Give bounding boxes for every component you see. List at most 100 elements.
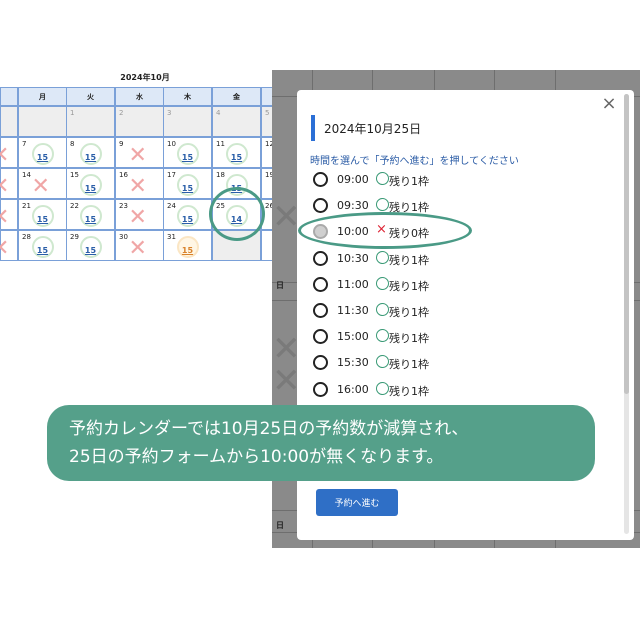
day-number: 14 <box>22 171 31 179</box>
day-number: 10 <box>167 140 176 148</box>
time-slot-row[interactable]: 10:30 残り1枠 <box>313 249 553 269</box>
cross-icon: ✕ <box>0 143 10 168</box>
time-slot-row[interactable]: 15:30 残り1枠 <box>313 353 553 373</box>
time-slot-time: 09:00 <box>337 173 369 186</box>
day-number: 5 <box>265 109 270 117</box>
calendar-day-cell: 14 ✕ <box>18 168 67 199</box>
time-slot-radio[interactable] <box>313 355 328 371</box>
highlight-circle-1000-slot <box>298 212 472 249</box>
calendar-day-cell: 16 ✕ <box>115 168 164 199</box>
time-slot-time: 09:30 <box>337 199 369 213</box>
backdrop-day-label: 日 <box>276 281 284 290</box>
available-circle-icon <box>376 198 389 212</box>
calendar-day-cell[interactable]: 31 15 <box>163 230 212 261</box>
calendar-day-cell[interactable]: 28 15 <box>18 230 67 261</box>
remaining-count-link[interactable]: 15 <box>164 184 211 193</box>
calendar-day-cell: 9 ✕ <box>115 137 164 168</box>
cross-icon: ✕ <box>128 205 147 230</box>
time-slot-row[interactable]: 11:30 残り1枠 <box>313 301 553 321</box>
time-slot-row[interactable]: 16:00 残り1枠 <box>313 380 553 400</box>
cross-icon: ✕ <box>0 205 10 230</box>
day-number: 28 <box>22 233 31 241</box>
time-slot-radio[interactable] <box>313 381 328 397</box>
calendar-day-cell[interactable]: 24 15 <box>163 199 212 230</box>
calendar-day-cell[interactable]: 22 15 <box>66 199 115 230</box>
calendar-day-cell[interactable]: 7 15 <box>18 137 67 168</box>
available-circle-icon <box>376 303 389 316</box>
day-number: 31 <box>167 233 176 241</box>
time-slot-time: 10:30 <box>337 251 369 265</box>
calendar-day-cell[interactable]: 11 15 <box>212 137 261 168</box>
calendar-day-cell[interactable]: 10 15 <box>163 137 212 168</box>
scrollbar-thumb[interactable] <box>624 94 629 394</box>
day-number: 15 <box>70 171 79 179</box>
available-circle-icon <box>376 381 389 395</box>
remaining-count-link[interactable]: 15 <box>67 215 114 224</box>
day-number: 21 <box>22 202 31 210</box>
time-slot-time: 16:00 <box>337 382 369 396</box>
available-circle-icon <box>376 276 389 290</box>
day-number: 17 <box>167 171 176 179</box>
time-slot-row[interactable]: 11:00 残り1枠 <box>313 275 553 295</box>
proceed-to-reservation-button[interactable]: 予約へ進む <box>316 489 398 516</box>
modal-scrollbar[interactable] <box>624 94 629 534</box>
remaining-count-link[interactable]: 15 <box>19 246 66 255</box>
remaining-count-link[interactable]: 15 <box>19 215 66 224</box>
time-slot-radio[interactable] <box>313 303 328 318</box>
calendar-day-cell[interactable]: 8 15 <box>66 137 115 168</box>
remaining-slots-text: 残り1枠 <box>389 358 429 372</box>
calendar-cell-partial: ✕ <box>0 230 18 261</box>
remaining-count-link[interactable]: 15 <box>67 246 114 255</box>
cross-icon: ✕ <box>128 143 147 168</box>
calendar-cell-partial: ✕ <box>0 168 18 199</box>
available-circle-icon <box>376 250 389 264</box>
day-number: 16 <box>119 171 128 179</box>
calendar-day-cell[interactable]: 17 15 <box>163 168 212 199</box>
time-slot-radio[interactable] <box>313 172 328 187</box>
time-slot-row[interactable]: 09:00 残り1枠 <box>313 170 553 190</box>
instruction-text: 時間を選んで「予約へ進む」を押してください <box>310 156 519 167</box>
remaining-count-link[interactable]: 15 <box>213 153 260 162</box>
explanation-callout: 予約カレンダーでは10月25日の予約数が減算され、 25日の予約フォームから10… <box>47 405 595 481</box>
weekday-header: 木 <box>163 87 212 106</box>
time-slot-radio[interactable] <box>313 250 328 266</box>
remaining-count-link[interactable]: 15 <box>164 246 211 255</box>
day-number: 2 <box>119 109 124 117</box>
callout-line-1: 予約カレンダーでは10月25日の予約数が減算され、 <box>69 419 469 439</box>
day-number: 11 <box>216 140 225 148</box>
day-number: 1 <box>70 109 75 117</box>
remaining-count-link[interactable]: 15 <box>67 184 114 193</box>
time-slot-time: 15:30 <box>337 356 369 370</box>
calendar-day-cell: 3 <box>163 106 212 137</box>
highlight-circle-oct-25 <box>209 187 265 241</box>
calendar-day-cell: 1 <box>66 106 115 137</box>
remaining-count-link[interactable]: 15 <box>164 215 211 224</box>
time-slot-radio[interactable] <box>313 198 328 214</box>
calendar-day-cell: 30 ✕ <box>115 230 164 261</box>
day-number: 24 <box>167 202 176 210</box>
callout-line-2: 25日の予約フォームから10:00が無くなります。 <box>69 447 444 467</box>
calendar-day-cell[interactable]: 29 15 <box>66 230 115 261</box>
remaining-count-link[interactable]: 15 <box>164 153 211 162</box>
day-number: 7 <box>22 140 27 148</box>
time-slot-row[interactable]: 15:00 残り1枠 <box>313 327 553 347</box>
selected-date: 2024年10月25日 <box>324 122 422 136</box>
remaining-slots-text: 残り1枠 <box>389 175 429 188</box>
remaining-count-link[interactable]: 15 <box>19 153 66 162</box>
cross-icon: ✕ <box>0 174 10 199</box>
time-slot-radio[interactable] <box>313 329 328 345</box>
calendar-day-cell[interactable]: 21 15 <box>18 199 67 230</box>
day-number: 23 <box>119 202 128 210</box>
cross-icon: ✕ <box>128 174 147 199</box>
screenshot-canvas: 2024年10月 月火水木金 1 2 3 4 5 ✕ 7 15 8 15 9 ✕ 10 15 11 15 12 ✕ 1… <box>0 0 640 640</box>
day-number: 29 <box>70 233 79 241</box>
close-icon[interactable]: × <box>599 94 619 114</box>
remaining-count-link[interactable]: 15 <box>67 153 114 162</box>
date-accent-bar <box>311 115 315 141</box>
weekday-header: 月 <box>18 87 67 106</box>
time-slot-radio[interactable] <box>313 276 328 292</box>
day-number: 30 <box>119 233 128 241</box>
calendar-day-cell: 4 <box>212 106 261 137</box>
day-number: 22 <box>70 202 79 210</box>
calendar-day-cell[interactable]: 15 15 <box>66 168 115 199</box>
